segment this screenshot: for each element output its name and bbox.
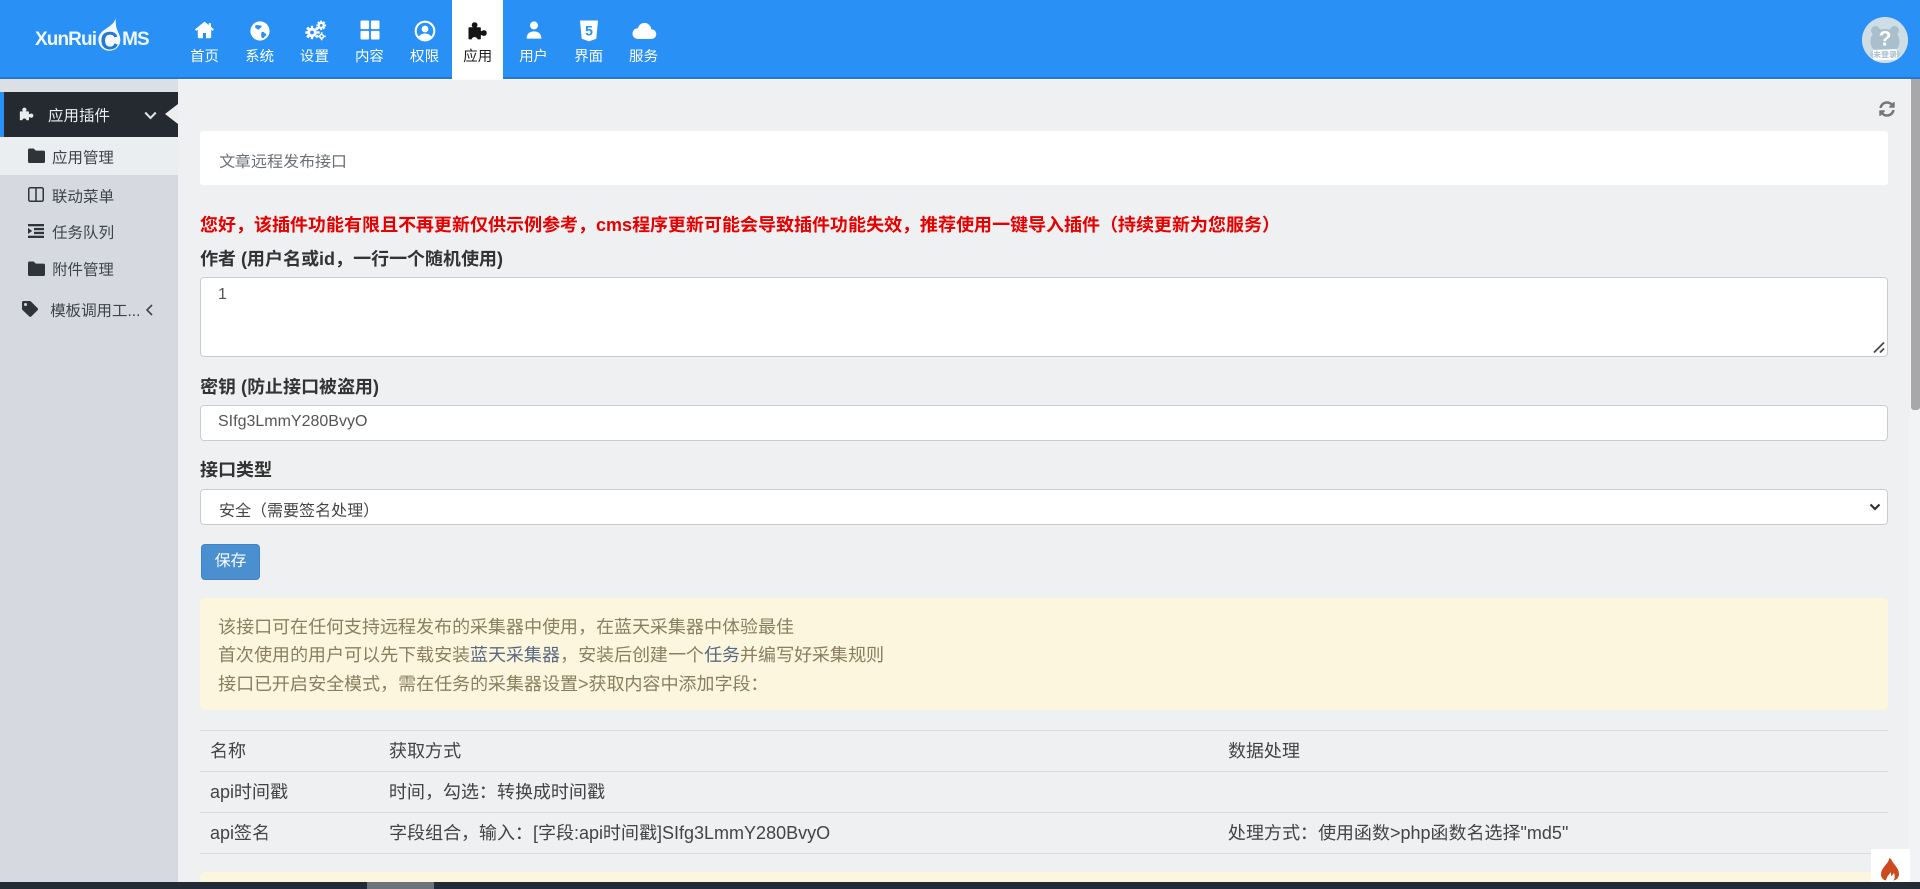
svg-text:未登录: 未登录 <box>1872 51 1897 60</box>
svg-text:5: 5 <box>585 23 593 39</box>
svg-text:?: ? <box>1879 28 1892 51</box>
svg-text:C: C <box>101 27 119 55</box>
